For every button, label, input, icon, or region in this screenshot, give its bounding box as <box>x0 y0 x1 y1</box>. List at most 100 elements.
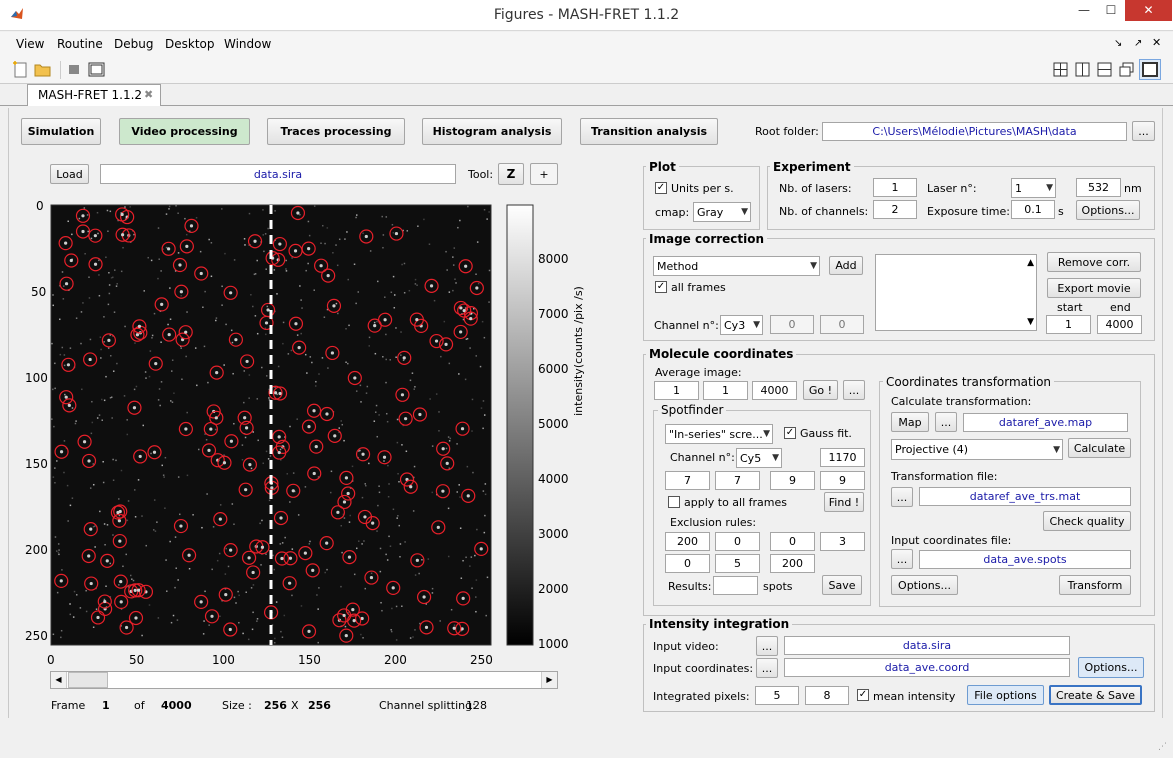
avg-end-field[interactable]: 4000 <box>752 381 797 400</box>
average-go-button[interactable]: Go ! <box>803 380 838 400</box>
resize-grip-icon[interactable]: ⋰ <box>1158 742 1167 752</box>
nb-channels-field[interactable]: 2 <box>873 200 917 219</box>
map-button[interactable]: Map <box>891 412 929 432</box>
correction-list[interactable]: ▲ ▼ <box>875 254 1037 331</box>
input-coordinates-int-field[interactable]: data_ave.coord <box>784 658 1070 677</box>
menu-routine[interactable]: Routine <box>57 37 103 51</box>
menu-desktop[interactable]: Desktop <box>165 37 215 51</box>
transformation-type-select[interactable]: Projective (4) ▼ <box>891 439 1063 460</box>
transform-options-button[interactable]: Options... <box>891 575 958 595</box>
max-spots-field[interactable]: 1170 <box>820 448 865 467</box>
map-browse-button[interactable]: ... <box>935 412 957 432</box>
root-folder-field[interactable]: C:\Users\Mélodie\Pictures\MASH\data <box>822 122 1127 141</box>
cmap-select[interactable]: Gray ▼ <box>693 202 751 222</box>
wavelength-field[interactable]: 532 <box>1076 178 1121 197</box>
excl-param-2[interactable]: 0 <box>715 532 760 551</box>
exposure-field[interactable]: 0.1 <box>1011 200 1055 219</box>
new-figure-icon[interactable] <box>12 61 30 78</box>
sf-param-4[interactable]: 9 <box>820 471 865 490</box>
integration-options-button[interactable]: Options... <box>1078 657 1144 678</box>
units-per-s-checkbox[interactable]: ✓ <box>655 182 667 194</box>
add-correction-button[interactable]: Add <box>829 256 863 275</box>
menu-debug[interactable]: Debug <box>114 37 153 51</box>
transformation-file-field[interactable]: dataref_ave_trs.mat <box>919 487 1131 506</box>
laser-n-select[interactable]: 1 ▼ <box>1011 178 1056 198</box>
transformation-file-browse-button[interactable]: ... <box>891 487 913 507</box>
check-quality-button[interactable]: Check quality <box>1043 511 1131 531</box>
open-folder-icon[interactable] <box>34 61 52 78</box>
module-transition-analysis-button[interactable]: Transition analysis <box>580 118 718 145</box>
input-video-field[interactable]: data.sira <box>784 636 1070 655</box>
excl-param-1[interactable]: 200 <box>665 532 710 551</box>
results-field[interactable] <box>713 576 758 595</box>
all-frames-checkbox[interactable]: ✓ <box>655 281 667 293</box>
maximize-button[interactable]: ☐ <box>1097 0 1125 21</box>
export-movie-button[interactable]: Export movie <box>1047 278 1141 298</box>
tab-close-icon[interactable]: ✖ <box>144 88 153 101</box>
map-file-field[interactable]: dataref_ave.map <box>963 413 1128 432</box>
menu-view[interactable]: View <box>16 37 44 51</box>
video-file-field[interactable]: data.sira <box>100 164 456 184</box>
excl-param-3[interactable]: 0 <box>770 532 815 551</box>
video-frame-axes[interactable] <box>20 198 620 668</box>
remove-correction-button[interactable]: Remove corr. <box>1047 252 1141 272</box>
load-video-button[interactable]: Load <box>50 164 89 184</box>
zoom-tool-button[interactable]: Z <box>498 163 524 185</box>
scroll-up-icon[interactable]: ▲ <box>1027 258 1034 268</box>
nb-lasers-field[interactable]: 1 <box>873 178 917 197</box>
module-simulation-button[interactable]: Simulation <box>21 118 101 145</box>
hide-plot-tools-icon[interactable] <box>66 61 84 78</box>
correction-param-1[interactable]: 0 <box>770 315 814 334</box>
slider-right-arrow[interactable]: ▶ <box>541 672 557 688</box>
end-frame-field[interactable]: 4000 <box>1097 315 1142 334</box>
slider-left-arrow[interactable]: ◀ <box>51 672 67 688</box>
integrated-pixels-field-1[interactable]: 5 <box>755 686 799 705</box>
sf-param-2[interactable]: 7 <box>715 471 760 490</box>
save-spots-button[interactable]: Save <box>822 575 862 595</box>
gauss-fit-checkbox[interactable]: ✓ <box>784 427 796 439</box>
avg-start-field[interactable]: 1 <box>654 381 699 400</box>
undock-arrow-icon[interactable]: ↗ <box>1134 38 1142 49</box>
maximize-layout-icon[interactable] <box>1139 59 1161 80</box>
calculate-button[interactable]: Calculate <box>1068 438 1131 458</box>
file-options-button[interactable]: File options <box>967 685 1044 705</box>
excl-param-5[interactable]: 0 <box>665 554 710 573</box>
scroll-down-icon[interactable]: ▼ <box>1027 317 1034 327</box>
document-tab[interactable]: MASH-FRET 1.1.2 ✖ <box>27 84 161 106</box>
minimize-button[interactable]: — <box>1070 0 1098 21</box>
show-plot-tools-icon[interactable] <box>88 61 106 78</box>
close-window-button[interactable]: ✕ <box>1125 0 1172 21</box>
spotfinder-method-select[interactable]: "In-series" scre... ▼ <box>665 424 773 444</box>
left-right-layout-icon[interactable] <box>1074 61 1092 78</box>
mean-intensity-checkbox[interactable]: ✓ <box>857 689 869 701</box>
root-folder-browse-button[interactable]: ... <box>1132 121 1155 141</box>
excl-param-6[interactable]: 5 <box>715 554 760 573</box>
module-video-processing-button[interactable]: Video processing <box>119 118 250 145</box>
average-browse-button[interactable]: ... <box>843 380 865 400</box>
input-coordinates-int-browse-button[interactable]: ... <box>756 658 778 678</box>
correction-channel-select[interactable]: Cy3 ▼ <box>720 315 763 335</box>
sf-param-3[interactable]: 9 <box>770 471 815 490</box>
input-coordinates-file-field[interactable]: data_ave.spots <box>919 550 1131 569</box>
menu-window[interactable]: Window <box>224 37 271 51</box>
transform-button[interactable]: Transform <box>1059 575 1131 595</box>
input-video-browse-button[interactable]: ... <box>756 636 778 656</box>
frame-slider[interactable]: ◀ ▶ <box>50 671 558 689</box>
close-doc-icon[interactable]: ✕ <box>1152 36 1161 49</box>
correction-method-select[interactable]: Method ▼ <box>653 256 820 276</box>
tile-layout-icon[interactable] <box>1052 61 1070 78</box>
module-histogram-analysis-button[interactable]: Histogram analysis <box>422 118 562 145</box>
float-layout-icon[interactable] <box>1118 61 1136 78</box>
avg-interval-field[interactable]: 1 <box>703 381 748 400</box>
top-bottom-layout-icon[interactable] <box>1096 61 1114 78</box>
excl-param-4[interactable]: 3 <box>820 532 865 551</box>
crosshair-tool-button[interactable]: + <box>530 163 558 185</box>
slider-thumb[interactable] <box>68 672 108 688</box>
integrated-pixels-field-2[interactable]: 8 <box>805 686 849 705</box>
experiment-options-button[interactable]: Options... <box>1076 200 1140 220</box>
create-save-button[interactable]: Create & Save <box>1049 685 1142 705</box>
excl-param-7[interactable]: 200 <box>770 554 815 573</box>
apply-all-frames-checkbox[interactable] <box>668 496 680 508</box>
spotfinder-channel-select[interactable]: Cy5 ▼ <box>736 448 782 468</box>
sf-param-1[interactable]: 7 <box>665 471 710 490</box>
